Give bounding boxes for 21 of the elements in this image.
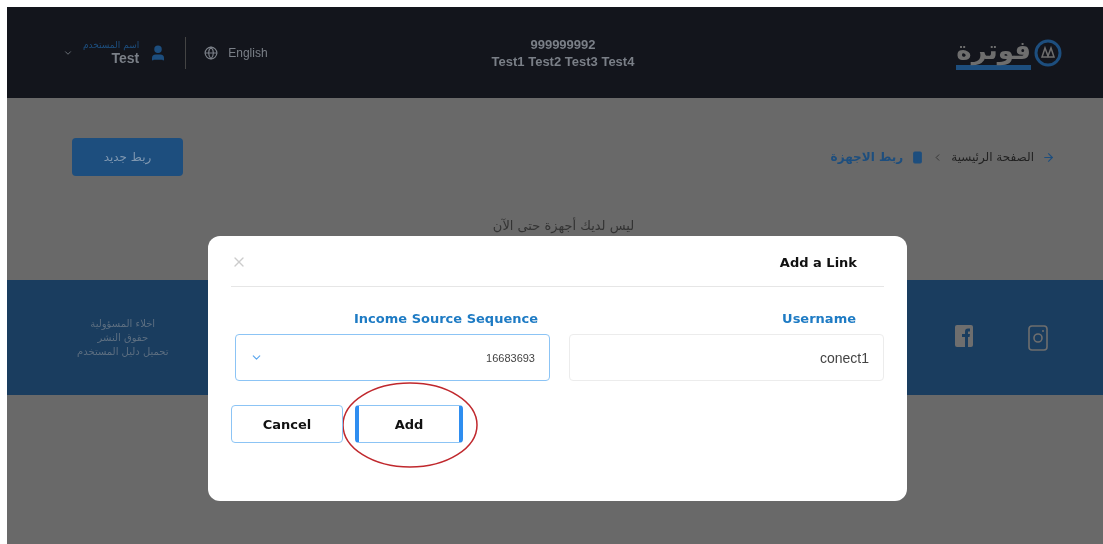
account-number: 999999992	[530, 35, 596, 53]
select-field[interactable]: 16683693	[235, 334, 550, 381]
breadcrumb-item[interactable]: الصفحة الرئيسية	[951, 150, 1034, 164]
instagram-icon[interactable]	[1028, 324, 1048, 351]
language-link[interactable]: English	[228, 45, 268, 60]
facebook-icon[interactable]	[955, 324, 973, 347]
input-field[interactable]: conect1	[569, 334, 884, 381]
globe-icon[interactable]	[204, 45, 219, 60]
user-label: اسم المستخدم	[83, 39, 140, 50]
logo-text: فوترة	[956, 35, 1031, 70]
new-link-button[interactable]: ربط جديد	[72, 138, 183, 176]
user-name[interactable]: Test	[111, 49, 140, 66]
account-names: Test1 Test2 Test3 Test4	[491, 52, 635, 70]
cancel-button[interactable]: Cancel	[231, 405, 343, 443]
dialog-title: Add a Link	[779, 254, 857, 270]
logo-icon	[1033, 37, 1063, 68]
back-arrow-icon[interactable]	[1042, 150, 1055, 164]
add-button[interactable]: Add	[355, 405, 463, 443]
field-label: Username	[781, 311, 857, 326]
field-label: Income Source Sequence	[353, 311, 539, 326]
devices-icon	[911, 150, 925, 164]
